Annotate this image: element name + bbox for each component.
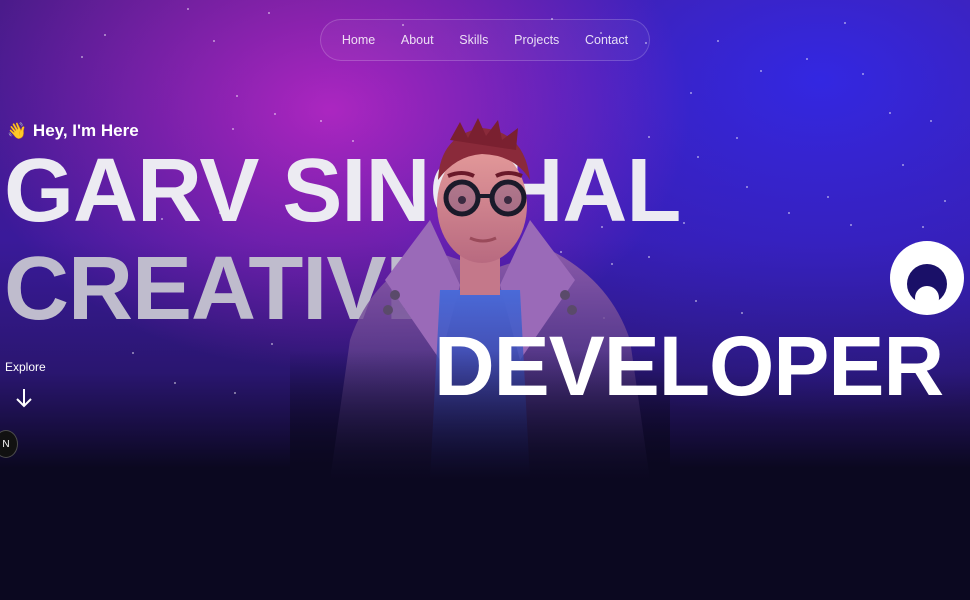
nav-projects[interactable]: Projects — [514, 33, 559, 47]
star — [717, 40, 719, 42]
star — [695, 300, 697, 302]
star — [902, 164, 904, 166]
star — [806, 58, 808, 60]
nav-about[interactable]: About — [401, 33, 434, 47]
star — [132, 352, 134, 354]
star — [760, 70, 762, 72]
star — [844, 22, 846, 24]
star — [922, 226, 924, 228]
star — [827, 196, 829, 198]
waving-hand-icon: 👋 — [7, 123, 27, 140]
star — [697, 156, 699, 158]
star — [268, 12, 270, 14]
star — [930, 120, 932, 122]
star — [944, 200, 946, 202]
top-nav: Home About Skills Projects Contact — [320, 19, 650, 61]
star — [271, 343, 273, 345]
star — [683, 222, 685, 224]
logo-mark-icon — [890, 241, 964, 315]
star — [862, 73, 864, 75]
star — [274, 113, 276, 115]
nav-contact[interactable]: Contact — [585, 33, 628, 47]
greeting-text: Hey, I'm Here — [32, 121, 139, 140]
star — [690, 92, 692, 94]
star — [213, 40, 215, 42]
star — [81, 56, 83, 58]
star — [232, 128, 234, 130]
star — [736, 137, 738, 139]
star — [741, 312, 743, 314]
avatar-illustration — [290, 110, 670, 480]
star — [788, 212, 790, 214]
hero-section: Home About Skills Projects Contact 👋 Hey… — [0, 0, 970, 600]
nav-skills[interactable]: Skills — [459, 33, 488, 47]
star — [746, 186, 748, 188]
nav-home[interactable]: Home — [342, 33, 375, 47]
hero-role-line2: DEVELOPER — [434, 319, 944, 413]
star — [174, 382, 176, 384]
star — [236, 95, 238, 97]
star — [850, 224, 852, 226]
arrow-down-icon[interactable] — [14, 387, 34, 409]
hero-greeting: 👋 Hey, I'm Here — [7, 121, 139, 141]
star — [104, 34, 106, 36]
star — [889, 112, 891, 114]
star — [187, 8, 189, 10]
explore-label[interactable]: Explore — [5, 360, 46, 374]
star — [234, 392, 236, 394]
